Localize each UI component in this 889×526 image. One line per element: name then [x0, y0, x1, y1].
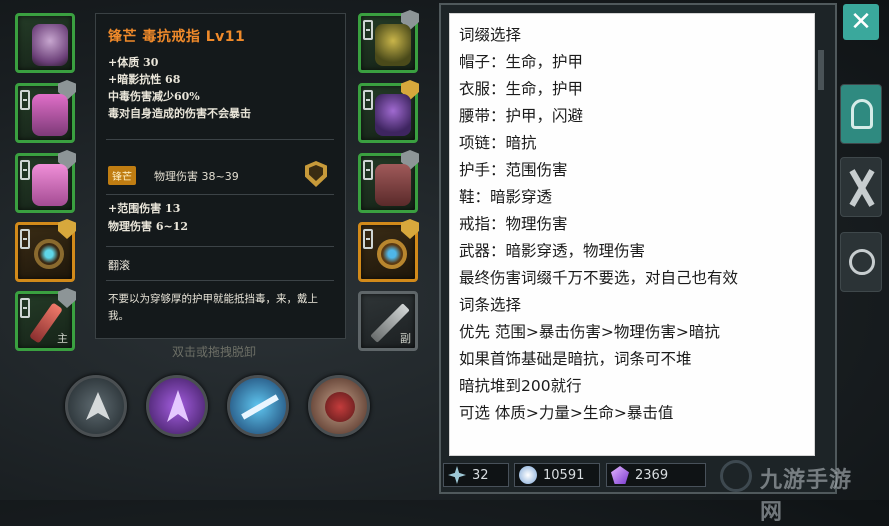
divider [106, 280, 334, 281]
slot-tag-main: 主 [57, 332, 68, 345]
skill-shadow-strike[interactable] [146, 375, 208, 437]
item-flavor-text: 不要以为穿够厚的护甲就能抵挡毒，来，戴上我。 [108, 293, 318, 322]
skill-spear[interactable] [227, 375, 289, 437]
shadow-skill-icon [167, 390, 189, 422]
tab-equipment[interactable] [840, 84, 882, 144]
watermark: 九游手游网 [720, 460, 870, 525]
spear-skill-icon [241, 394, 279, 420]
slot-ring-2[interactable] [358, 219, 419, 282]
skill-roll[interactable] [308, 375, 370, 437]
note-line: 词条选择 [459, 296, 522, 314]
note-line: 最终伤害词缀千万不要选，对自己也有效 [459, 269, 739, 287]
slot-weapon-main[interactable]: 主 [15, 288, 76, 351]
note-line: 项链：暗抗 [459, 134, 537, 152]
note-line: 腰带：护甲，闪避 [459, 107, 584, 125]
gear-icon [849, 249, 875, 275]
helmet-icon [32, 24, 68, 66]
note-line: 武器：暗影穿透，物理伤害 [459, 242, 646, 260]
tab-settings[interactable] [840, 232, 882, 292]
item-tooltip: 锋芒 毒抗戒指 Lv11 +体质 30 +暗影抗性 68 中毒伤害减少60% 毒… [95, 13, 346, 339]
affix-badge: 锋芒 [108, 166, 136, 185]
skill-throw-dagger[interactable] [65, 375, 127, 437]
divider [106, 246, 334, 247]
slot-helmet[interactable] [15, 13, 75, 73]
unequip-hint: 双击或拖拽脱卸 [172, 345, 257, 359]
guide-note: 词缀选择 帽子：生命，护甲 衣服：生命，护甲 腰带：护甲，闪避 项链：暗抗 护手… [449, 13, 815, 456]
slot-ring[interactable] [15, 219, 76, 282]
helmet-tab-icon [851, 99, 873, 129]
gem-icon [519, 466, 537, 484]
roll-skill-icon [325, 392, 355, 422]
shield-icon [58, 219, 76, 239]
item-skill: 翻滚 [108, 259, 130, 272]
note-line: 暗抗堆到200就行 [459, 377, 582, 395]
shards-count: 32 [472, 468, 489, 483]
boots-icon [375, 164, 411, 206]
slot-weapon-off[interactable]: 副 [358, 291, 418, 351]
dagger-skill-icon [86, 392, 110, 420]
item-title: 锋芒 毒抗戒指 Lv11 [108, 29, 246, 45]
necklace-icon [375, 24, 411, 66]
note-line: 帽子：生命，护甲 [459, 53, 584, 71]
shield-icon [58, 288, 76, 308]
resource-gems: 10591 [514, 463, 600, 487]
lock-icon [20, 229, 30, 249]
note-line: 鞋：暗影穿透 [459, 188, 553, 206]
note-line: 如果首饰基础是暗抗，词条可不堆 [459, 350, 692, 368]
note-line: 衣服：生命，护甲 [459, 80, 584, 98]
lock-icon [363, 90, 373, 110]
lock-icon [363, 20, 373, 40]
watermark-text: 九游手游网 [760, 468, 853, 525]
lock-icon [20, 90, 30, 110]
divider [106, 139, 334, 140]
lock-icon [363, 229, 373, 249]
lock-icon [363, 160, 373, 180]
item-stat: +体质 30 [108, 56, 159, 69]
star-shard-icon [448, 466, 466, 484]
slot-boots[interactable] [358, 150, 419, 213]
bonus-stat: 物理伤害 6~12 [108, 220, 189, 233]
slot-necklace[interactable] [358, 10, 419, 73]
shield-icon [401, 219, 419, 239]
crystal-icon [611, 466, 629, 484]
resource-shards: 32 [443, 463, 509, 487]
bonus-stat: +范围伤害 13 [108, 202, 181, 215]
tab-weapons[interactable] [840, 157, 882, 217]
slot-armor[interactable] [15, 80, 76, 143]
lock-icon [20, 160, 30, 180]
ring-icon [34, 239, 64, 269]
note-line: 优先 范围>暴击伤害>物理伤害>暗抗 [459, 323, 720, 341]
item-stat: 中毒伤害减少60% [108, 90, 200, 103]
armor-icon [32, 94, 68, 136]
close-button[interactable]: ✕ [843, 4, 879, 40]
gems-count: 10591 [543, 468, 585, 483]
slot-gloves[interactable] [358, 80, 419, 143]
pants-icon [32, 164, 68, 206]
shield-icon [305, 161, 327, 187]
slot-belt[interactable] [15, 150, 76, 213]
note-line: 可选 体质>力量>生命>暴击值 [459, 404, 674, 422]
watermark-logo-icon [720, 460, 752, 492]
ring-icon [377, 239, 407, 269]
item-stat: 毒对自身造成的伤害不会暴击 [108, 107, 251, 120]
affix-stat: 物理伤害 38~39 [154, 170, 239, 183]
note-line: 戒指：物理伤害 [459, 215, 568, 233]
resource-crystals: 2369 [606, 463, 706, 487]
lock-icon [20, 298, 30, 318]
slot-tag-off: 副 [400, 332, 411, 345]
divider [106, 194, 334, 195]
scrollbar[interactable] [818, 50, 824, 90]
item-stat: +暗影抗性 68 [108, 73, 181, 86]
note-line: 护手：范围伤害 [459, 161, 568, 179]
note-line: 词缀选择 [459, 26, 522, 44]
gloves-icon [375, 94, 411, 136]
crystals-count: 2369 [635, 468, 669, 483]
